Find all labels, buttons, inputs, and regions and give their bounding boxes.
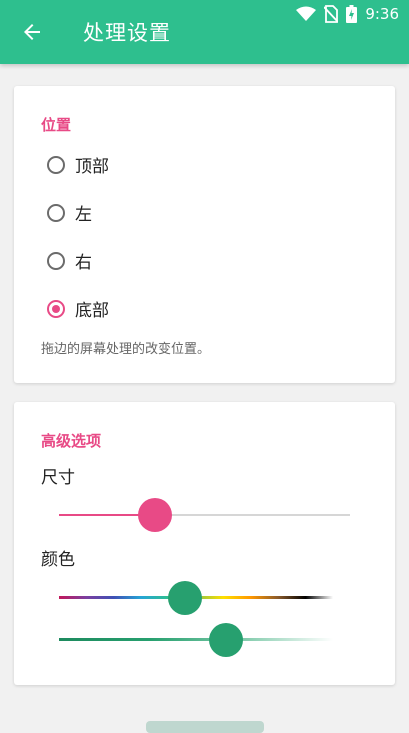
wifi-icon: [296, 6, 317, 21]
app-bar: 9:36 处理设置: [0, 0, 409, 64]
radio-label: 顶部: [75, 157, 109, 177]
shade-slider-track: [59, 638, 333, 641]
radio-button[interactable]: [47, 251, 65, 270]
arrow-left-icon[interactable]: [20, 20, 44, 44]
radio-option-top[interactable]: 顶部: [47, 152, 109, 177]
shade-slider-thumb[interactable]: [209, 623, 244, 657]
status-time: 9:36: [365, 5, 399, 23]
radio-button[interactable]: [47, 203, 65, 222]
radio-button[interactable]: [47, 155, 65, 174]
position-hint: 拖边的屏幕处理的改变位置。: [41, 342, 211, 357]
radio-option-right[interactable]: 右: [47, 248, 92, 273]
radio-option-bottom[interactable]: 底部: [47, 296, 109, 321]
status-bar: 9:36: [296, 4, 399, 24]
page-title: 处理设置: [83, 21, 171, 45]
position-card: 位置 顶部 左 右 底部 拖边的屏幕处理的改变位置。: [14, 86, 395, 383]
hue-slider-thumb[interactable]: [168, 581, 203, 615]
color-label: 颜色: [41, 550, 75, 570]
bottom-button-peek[interactable]: [146, 721, 264, 733]
position-section-title: 位置: [41, 116, 72, 134]
radio-label: 底部: [75, 301, 109, 321]
no-sim-icon: [324, 5, 339, 23]
radio-button-selected[interactable]: [47, 299, 65, 318]
radio-label: 右: [75, 253, 92, 273]
size-label: 尺寸: [41, 468, 75, 488]
advanced-section-title: 高级选项: [41, 432, 102, 450]
radio-label: 左: [75, 205, 92, 225]
advanced-card: 高级选项 尺寸 颜色: [14, 402, 395, 685]
size-slider-thumb[interactable]: [138, 498, 173, 532]
battery-charging-icon: [346, 5, 358, 23]
radio-option-left[interactable]: 左: [47, 200, 92, 225]
